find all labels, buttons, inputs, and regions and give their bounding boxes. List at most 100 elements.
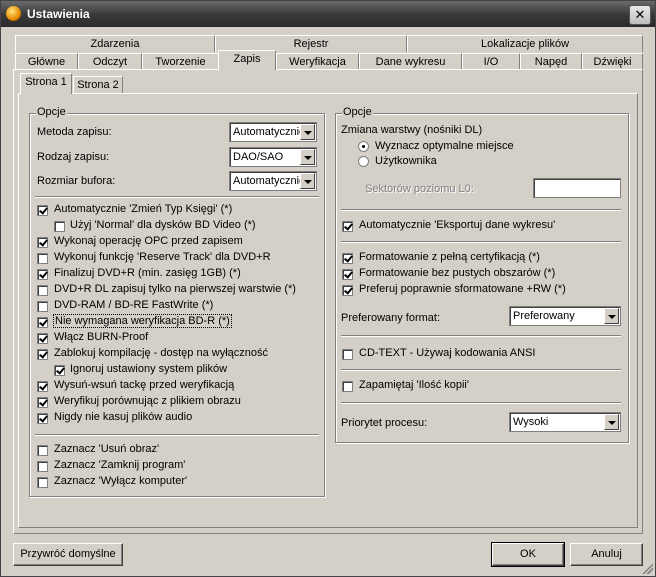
checkbox-label: Zaznacz 'Wyłącz komputer'	[54, 475, 188, 487]
checkbox-label: Automatycznie 'Zmień Typ Księgi' (*)	[54, 203, 233, 215]
write-type-value: DAO/SAO	[233, 151, 284, 163]
checkbox-label: Nie wymagana weryfikacja BD-R (*)	[53, 314, 232, 328]
checkbox-fastwrite[interactable]	[37, 301, 48, 312]
l0-sectors-label: Sektorów poziomu L0:	[365, 183, 474, 195]
tab-tworzenie[interactable]: Tworzenie	[142, 53, 219, 70]
buffer-size-label: Rozmiar bufora:	[37, 175, 116, 187]
checkbox-label: Wykonuj funkcję 'Reserve Track' dla DVD+…	[54, 251, 271, 263]
chevron-down-icon[interactable]	[300, 149, 315, 165]
tab-zdarzenia[interactable]: Zdarzenia	[15, 35, 215, 52]
checkbox-label: Wysuń-wsuń tackę przed weryfikacją	[54, 379, 235, 391]
preferred-format-value: Preferowany	[513, 310, 575, 322]
settings-window: Ustawienia ✕ Zdarzenia Rejestr Lokalizac…	[0, 0, 656, 577]
checkbox-dl-first-layer[interactable]	[37, 285, 48, 296]
ok-button[interactable]: OK	[491, 542, 565, 567]
separator	[35, 434, 319, 436]
checkbox-full-certification[interactable]	[342, 253, 353, 264]
tab-zapis[interactable]: Zapis	[218, 50, 276, 70]
separator	[341, 209, 621, 211]
checkbox-cd-text-ansi[interactable]	[342, 349, 353, 360]
checkbox-shutdown[interactable]	[37, 477, 48, 488]
write-type-select[interactable]: DAO/SAO	[229, 147, 317, 167]
checkbox-label: Zapamiętaj 'Ilość kopii'	[359, 379, 469, 391]
chevron-down-icon[interactable]	[604, 414, 619, 430]
priority-select[interactable]: Wysoki	[509, 412, 621, 432]
chevron-down-icon[interactable]	[300, 124, 315, 140]
checkbox-label: Formatowanie z pełną certyfikacją (*)	[359, 251, 540, 263]
checkbox-ignore-fs[interactable]	[54, 365, 65, 376]
preferred-format-select[interactable]: Preferowany	[509, 306, 621, 326]
separator	[341, 369, 621, 371]
left-group-label: Opcje	[36, 106, 67, 118]
tab-naped[interactable]: Napęd	[520, 53, 582, 70]
title-bar: Ustawienia ✕	[1, 1, 655, 27]
restore-defaults-button[interactable]: Przywróć domyślne	[13, 543, 123, 566]
checkbox-auto-export[interactable]	[342, 221, 353, 232]
tab-glowne[interactable]: Główne	[15, 53, 78, 70]
separator	[341, 402, 621, 404]
tab-io[interactable]: I/O	[462, 53, 520, 70]
chevron-down-icon[interactable]	[604, 308, 619, 324]
checkbox-label: Wykonaj operację OPC przed zapisem	[54, 235, 243, 247]
checkbox-label: Użyj 'Normal' dla dysków BD Video (*)	[70, 219, 256, 231]
checkbox-label: Formatowanie bez pustych obszarów (*)	[359, 267, 556, 279]
checkbox-label: Włącz BURN-Proof	[54, 331, 149, 343]
checkbox-label: Preferuj poprawnie sformatowane +RW (*)	[359, 283, 566, 295]
checkbox-prefer-rw[interactable]	[342, 285, 353, 296]
checkbox-label: Ignoruj ustawiony system plików	[70, 363, 228, 375]
checkbox-no-empty-areas[interactable]	[342, 269, 353, 280]
checkbox-normal-bd-video[interactable]	[54, 221, 65, 232]
cancel-button[interactable]: Anuluj	[570, 543, 643, 566]
checkbox-burn-proof[interactable]	[37, 333, 48, 344]
checkbox-finalize-dvd[interactable]	[37, 269, 48, 280]
radio-user[interactable]	[358, 156, 369, 167]
subtab-strona-1[interactable]: Strona 1	[20, 73, 72, 94]
checkbox-label: Zablokuj kompilację - dostęp na wyłączno…	[54, 347, 268, 359]
tab-dzwieki[interactable]: Dźwięki	[582, 53, 643, 70]
layer-change-label: Zmiana warstwy (nośniki DL)	[341, 124, 483, 136]
close-button[interactable]: ✕	[629, 5, 651, 25]
checkbox-label: Finalizuj DVD+R (min. zasięg 1GB) (*)	[54, 267, 241, 279]
l0-sectors-input[interactable]	[533, 178, 621, 198]
right-group-label: Opcje	[342, 106, 373, 118]
preferred-format-label: Preferowany format:	[341, 312, 441, 324]
checkbox-label: Nigdy nie kasuj plików audio	[54, 411, 193, 423]
chevron-down-icon[interactable]	[300, 173, 315, 189]
tab-dane-wykresu[interactable]: Dane wykresu	[359, 53, 462, 70]
checkbox-label: DVD-RAM / BD-RE FastWrite (*)	[54, 299, 214, 311]
buffer-size-select[interactable]: Automatycznie	[229, 171, 317, 191]
checkbox-lock-exclusive[interactable]	[37, 349, 48, 360]
checkbox-delete-image[interactable]	[37, 445, 48, 456]
separator	[35, 196, 319, 198]
buffer-size-value: Automatycznie	[233, 175, 301, 187]
checkbox-auto-book-type[interactable]	[37, 205, 48, 216]
checkbox-label: Zaznacz 'Usuń obraz'	[54, 443, 160, 455]
checkbox-no-bdr-verify[interactable]	[37, 317, 48, 328]
checkbox-close-program[interactable]	[37, 461, 48, 472]
subtab-strona-2[interactable]: Strona 2	[73, 76, 123, 94]
checkbox-label: Zaznacz 'Zamknij program'	[54, 459, 186, 471]
window-title: Ustawienia	[27, 7, 90, 21]
write-method-select[interactable]: Automatycznie	[229, 122, 317, 142]
checkbox-reserve-track[interactable]	[37, 253, 48, 264]
resize-grip-icon[interactable]	[642, 563, 653, 574]
separator	[341, 335, 621, 337]
checkbox-remember-copies[interactable]	[342, 381, 353, 392]
separator	[341, 241, 621, 243]
checkbox-never-delete-audio[interactable]	[37, 413, 48, 424]
app-icon	[6, 6, 21, 21]
tab-lokalizacje[interactable]: Lokalizacje plików	[407, 35, 643, 52]
checkbox-opc[interactable]	[37, 237, 48, 248]
radio-optimal-place[interactable]	[358, 141, 369, 152]
tab-weryfikacja[interactable]: Weryfikacja	[276, 53, 359, 70]
priority-value: Wysoki	[513, 416, 549, 428]
checkbox-label: Weryfikuj porównując z plikiem obrazu	[54, 395, 241, 407]
radio-label: Wyznacz optymalne miejsce	[375, 140, 514, 152]
write-type-label: Rodzaj zapisu:	[37, 151, 110, 163]
priority-label: Priorytet procesu:	[341, 417, 428, 429]
write-method-value: Automatycznie	[233, 126, 301, 138]
write-method-label: Metoda zapisu:	[37, 126, 112, 138]
checkbox-verify-image[interactable]	[37, 397, 48, 408]
tab-odczyt[interactable]: Odczyt	[78, 53, 142, 70]
checkbox-eject-tray[interactable]	[37, 381, 48, 392]
